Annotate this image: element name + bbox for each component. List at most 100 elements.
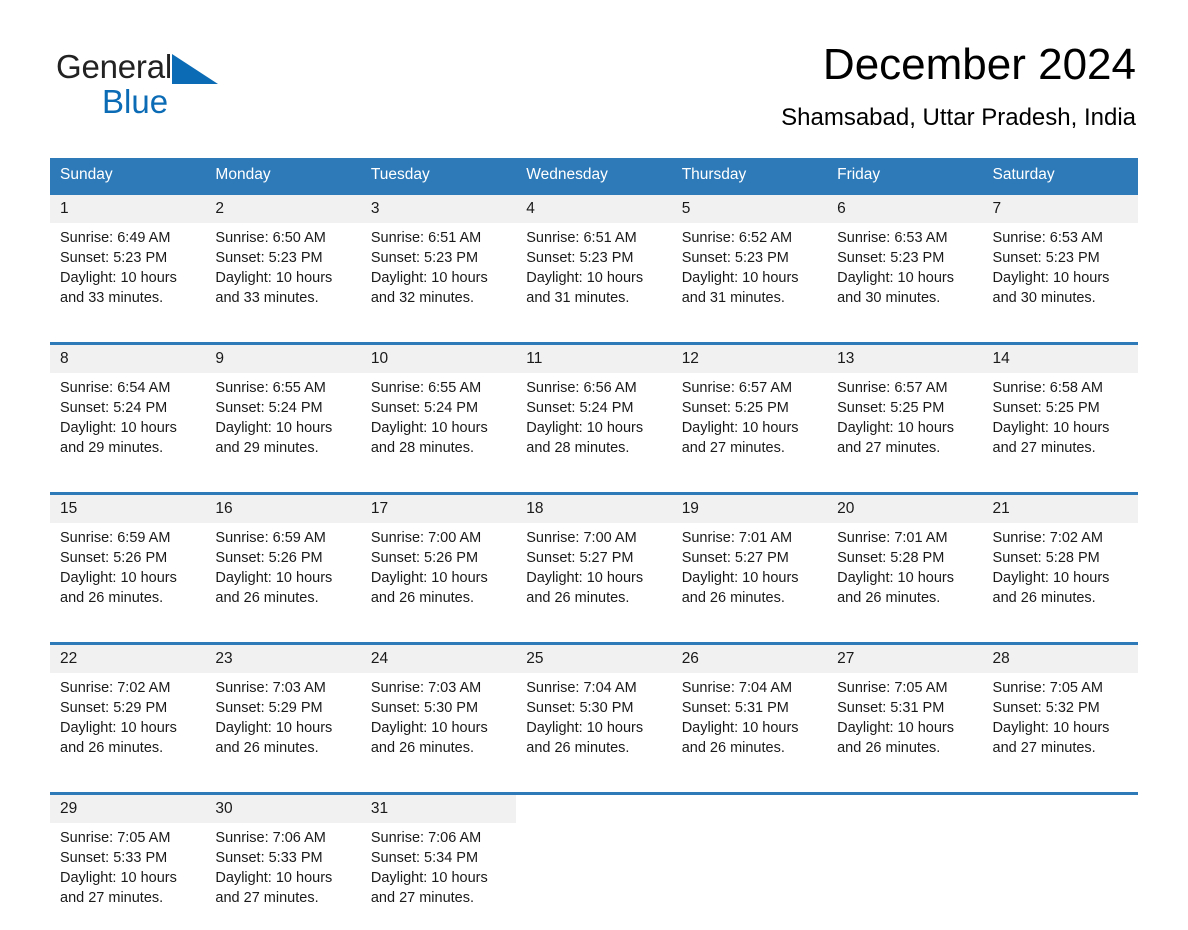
day-sunrise-line: Sunrise: 6:59 AM xyxy=(60,528,205,548)
day-daylight-line: Daylight: 10 hours xyxy=(682,568,827,588)
general-blue-logo: General Blue xyxy=(56,50,276,120)
day-number[interactable]: 7 xyxy=(983,194,1138,224)
day-daylight-line: and 27 minutes. xyxy=(215,888,360,908)
day-sunrise-line: Sunrise: 6:56 AM xyxy=(526,378,671,398)
day-number[interactable]: 5 xyxy=(672,194,827,224)
day-sunrise-line: Sunrise: 7:01 AM xyxy=(682,528,827,548)
day-number[interactable]: 30 xyxy=(205,794,360,824)
day-detail: Sunrise: 7:03 AMSunset: 5:29 PMDaylight:… xyxy=(205,673,360,780)
day-daylight-line: Daylight: 10 hours xyxy=(526,268,671,288)
day-number[interactable]: 8 xyxy=(50,344,205,374)
day-detail: Sunrise: 6:49 AMSunset: 5:23 PMDaylight:… xyxy=(50,223,205,330)
day-number[interactable]: 1 xyxy=(50,194,205,224)
day-detail: Sunrise: 7:03 AMSunset: 5:30 PMDaylight:… xyxy=(361,673,516,780)
day-daylight-line: and 26 minutes. xyxy=(60,588,205,608)
day-detail: Sunrise: 6:55 AMSunset: 5:24 PMDaylight:… xyxy=(361,373,516,480)
weekday-header-thursday: Thursday xyxy=(672,158,827,194)
day-number[interactable]: 4 xyxy=(516,194,671,224)
day-number[interactable]: 21 xyxy=(983,494,1138,524)
day-sunset-line: Sunset: 5:29 PM xyxy=(60,698,205,718)
day-number[interactable]: 13 xyxy=(827,344,982,374)
day-sunrise-line: Sunrise: 7:00 AM xyxy=(371,528,516,548)
day-number[interactable]: 11 xyxy=(516,344,671,374)
day-daylight-line: Daylight: 10 hours xyxy=(993,418,1138,438)
day-detail: Sunrise: 7:06 AMSunset: 5:34 PMDaylight:… xyxy=(361,823,516,930)
day-detail: Sunrise: 7:02 AMSunset: 5:28 PMDaylight:… xyxy=(983,523,1138,630)
day-sunrise-line: Sunrise: 7:04 AM xyxy=(526,678,671,698)
day-daylight-line: and 27 minutes. xyxy=(993,738,1138,758)
weekday-header-sunday: Sunday xyxy=(50,158,205,194)
day-sunset-line: Sunset: 5:31 PM xyxy=(837,698,982,718)
day-number[interactable]: 28 xyxy=(983,644,1138,674)
day-daylight-line: and 26 minutes. xyxy=(837,588,982,608)
day-daylight-line: Daylight: 10 hours xyxy=(60,268,205,288)
day-sunset-line: Sunset: 5:23 PM xyxy=(60,248,205,268)
day-sunrise-line: Sunrise: 7:06 AM xyxy=(215,828,360,848)
day-number[interactable]: 2 xyxy=(205,194,360,224)
day-number[interactable]: 25 xyxy=(516,644,671,674)
day-number[interactable]: 20 xyxy=(827,494,982,524)
day-sunset-line: Sunset: 5:23 PM xyxy=(837,248,982,268)
week-spacer-cell xyxy=(50,780,1138,794)
day-daylight-line: Daylight: 10 hours xyxy=(837,568,982,588)
day-number[interactable]: 26 xyxy=(672,644,827,674)
day-sunrise-line: Sunrise: 7:05 AM xyxy=(993,678,1138,698)
week-spacer xyxy=(50,780,1138,794)
day-daylight-line: Daylight: 10 hours xyxy=(837,418,982,438)
day-daylight-line: and 27 minutes. xyxy=(60,888,205,908)
day-daylight-line: and 27 minutes. xyxy=(993,438,1138,458)
day-number[interactable]: 17 xyxy=(361,494,516,524)
day-number[interactable]: 23 xyxy=(205,644,360,674)
day-daylight-line: and 32 minutes. xyxy=(371,288,516,308)
day-sunrise-line: Sunrise: 7:05 AM xyxy=(60,828,205,848)
weekday-header-wednesday: Wednesday xyxy=(516,158,671,194)
day-detail: Sunrise: 6:58 AMSunset: 5:25 PMDaylight:… xyxy=(983,373,1138,480)
day-detail-empty xyxy=(983,823,1138,930)
day-number[interactable]: 31 xyxy=(361,794,516,824)
day-cell-empty xyxy=(983,794,1138,824)
day-daylight-line: Daylight: 10 hours xyxy=(215,418,360,438)
day-daylight-line: Daylight: 10 hours xyxy=(371,568,516,588)
day-number[interactable]: 9 xyxy=(205,344,360,374)
day-sunrise-line: Sunrise: 6:59 AM xyxy=(215,528,360,548)
day-daylight-line: and 29 minutes. xyxy=(60,438,205,458)
day-daylight-line: Daylight: 10 hours xyxy=(526,718,671,738)
day-number[interactable]: 22 xyxy=(50,644,205,674)
day-detail: Sunrise: 7:02 AMSunset: 5:29 PMDaylight:… xyxy=(50,673,205,780)
day-number[interactable]: 18 xyxy=(516,494,671,524)
day-sunrise-line: Sunrise: 7:00 AM xyxy=(526,528,671,548)
day-number[interactable]: 12 xyxy=(672,344,827,374)
day-detail-empty xyxy=(827,823,982,930)
day-sunrise-line: Sunrise: 6:57 AM xyxy=(682,378,827,398)
day-sunset-line: Sunset: 5:24 PM xyxy=(215,398,360,418)
day-sunrise-line: Sunrise: 7:03 AM xyxy=(371,678,516,698)
day-sunset-line: Sunset: 5:24 PM xyxy=(526,398,671,418)
day-sunset-line: Sunset: 5:27 PM xyxy=(526,548,671,568)
day-number[interactable]: 16 xyxy=(205,494,360,524)
day-daylight-line: and 28 minutes. xyxy=(526,438,671,458)
day-detail: Sunrise: 7:06 AMSunset: 5:33 PMDaylight:… xyxy=(205,823,360,930)
day-number[interactable]: 27 xyxy=(827,644,982,674)
day-daylight-line: Daylight: 10 hours xyxy=(215,268,360,288)
day-detail: Sunrise: 7:00 AMSunset: 5:26 PMDaylight:… xyxy=(361,523,516,630)
calendar-body: 1234567Sunrise: 6:49 AMSunset: 5:23 PMDa… xyxy=(50,194,1138,930)
day-detail: Sunrise: 6:53 AMSunset: 5:23 PMDaylight:… xyxy=(983,223,1138,330)
day-number[interactable]: 14 xyxy=(983,344,1138,374)
day-daylight-line: and 26 minutes. xyxy=(371,588,516,608)
day-number[interactable]: 10 xyxy=(361,344,516,374)
day-number[interactable]: 24 xyxy=(361,644,516,674)
day-number[interactable]: 19 xyxy=(672,494,827,524)
day-sunrise-line: Sunrise: 6:49 AM xyxy=(60,228,205,248)
day-number[interactable]: 15 xyxy=(50,494,205,524)
page-header: General Blue December 2024 Shamsabad, Ut… xyxy=(0,0,1188,120)
day-sunrise-line: Sunrise: 6:50 AM xyxy=(215,228,360,248)
day-cell-empty xyxy=(672,794,827,824)
day-daylight-line: Daylight: 10 hours xyxy=(837,718,982,738)
day-number[interactable]: 6 xyxy=(827,194,982,224)
day-detail: Sunrise: 7:05 AMSunset: 5:33 PMDaylight:… xyxy=(50,823,205,930)
day-number[interactable]: 29 xyxy=(50,794,205,824)
day-number[interactable]: 3 xyxy=(361,194,516,224)
week-spacer-cell xyxy=(50,630,1138,644)
calendar-page: General Blue December 2024 Shamsabad, Ut… xyxy=(0,0,1188,918)
day-daylight-line: and 26 minutes. xyxy=(682,588,827,608)
